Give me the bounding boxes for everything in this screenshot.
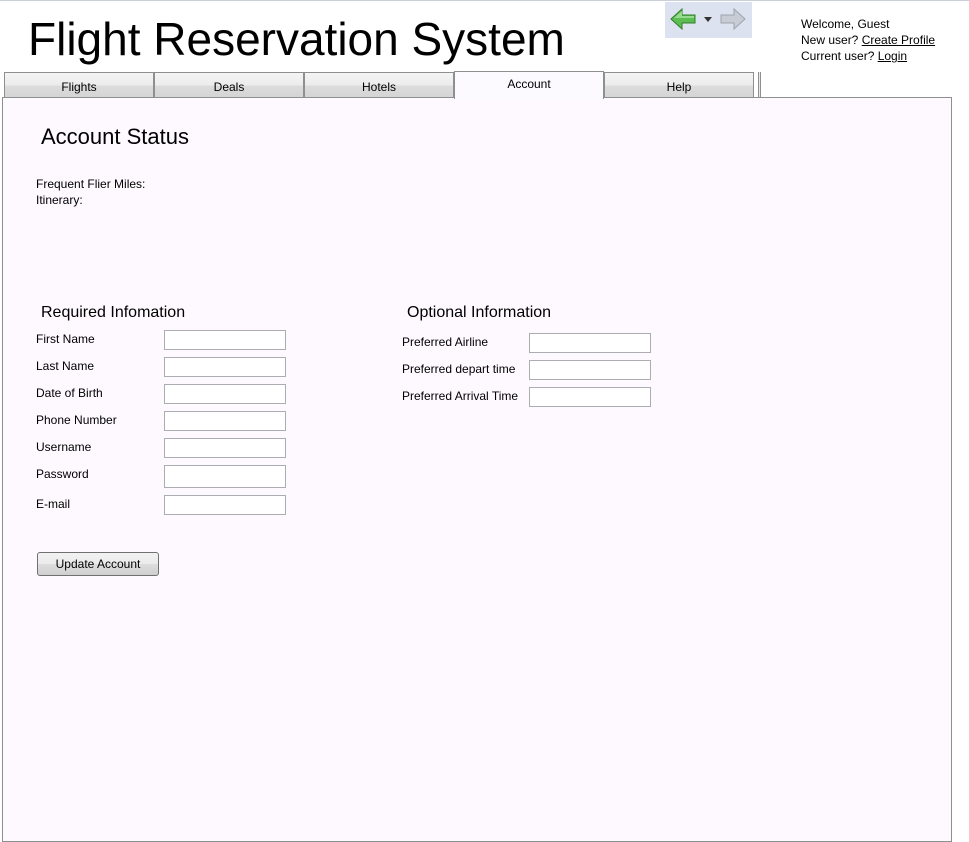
- account-panel: Account Status Frequent Flier Miles: Iti…: [2, 97, 952, 842]
- new-user-line: New user? Create Profile: [801, 32, 935, 48]
- password-label: Password: [36, 467, 89, 481]
- phone-number-label: Phone Number: [36, 413, 117, 427]
- optional-info-heading: Optional Information: [407, 304, 552, 321]
- email-field[interactable]: [164, 495, 286, 515]
- user-panel: Welcome, Guest New user? Create Profile …: [801, 16, 935, 64]
- update-account-button[interactable]: Update Account: [37, 552, 159, 576]
- account-status-heading: Account Status: [41, 124, 189, 149]
- phone-number-field[interactable]: [164, 411, 286, 431]
- new-user-prefix: New user?: [801, 33, 862, 47]
- preferred-arrival-time-field[interactable]: [529, 387, 651, 407]
- date-of-birth-label: Date of Birth: [36, 386, 103, 400]
- username-label: Username: [36, 440, 92, 454]
- username-field[interactable]: [164, 438, 286, 458]
- tab-account[interactable]: Account: [454, 71, 604, 99]
- current-user-prefix: Current user?: [801, 49, 878, 63]
- login-link[interactable]: Login: [878, 49, 907, 63]
- tab-hotels[interactable]: Hotels: [304, 72, 454, 98]
- preferred-depart-time-field[interactable]: [529, 360, 651, 380]
- preferred-airline-label: Preferred Airline: [402, 335, 489, 349]
- tab-bar-end: [758, 72, 761, 98]
- itinerary-label: Itinerary:: [36, 193, 83, 207]
- back-arrow-icon[interactable]: [669, 5, 697, 33]
- preferred-arrival-time-label: Preferred Arrival Time: [402, 389, 519, 403]
- tab-deals[interactable]: Deals: [154, 72, 304, 98]
- tab-bar: Flights Deals Hotels Account Help: [4, 71, 761, 99]
- create-profile-link[interactable]: Create Profile: [862, 33, 935, 47]
- password-field[interactable]: [164, 465, 286, 488]
- navigation-buttons: [665, 2, 752, 38]
- frequent-flier-label: Frequent Flier Miles:: [36, 177, 146, 191]
- preferred-depart-time-label: Preferred depart time: [402, 362, 516, 376]
- welcome-text: Welcome, Guest: [801, 17, 890, 31]
- email-label: E-mail: [36, 497, 71, 511]
- first-name-field[interactable]: [164, 330, 286, 350]
- last-name-field[interactable]: [164, 357, 286, 377]
- current-user-line: Current user? Login: [801, 48, 935, 64]
- app-title: Flight Reservation System: [28, 13, 565, 65]
- first-name-label: First Name: [36, 332, 95, 346]
- last-name-label: Last Name: [36, 359, 95, 373]
- preferred-airline-field[interactable]: [529, 333, 651, 353]
- forward-arrow-icon[interactable]: [719, 5, 747, 33]
- required-info-heading: Required Infomation: [41, 304, 186, 321]
- chevron-down-icon[interactable]: [703, 14, 713, 24]
- tab-flights[interactable]: Flights: [4, 72, 154, 98]
- window-top-border: [0, 0, 969, 1]
- tab-help[interactable]: Help: [604, 72, 754, 98]
- date-of-birth-field[interactable]: [164, 384, 286, 404]
